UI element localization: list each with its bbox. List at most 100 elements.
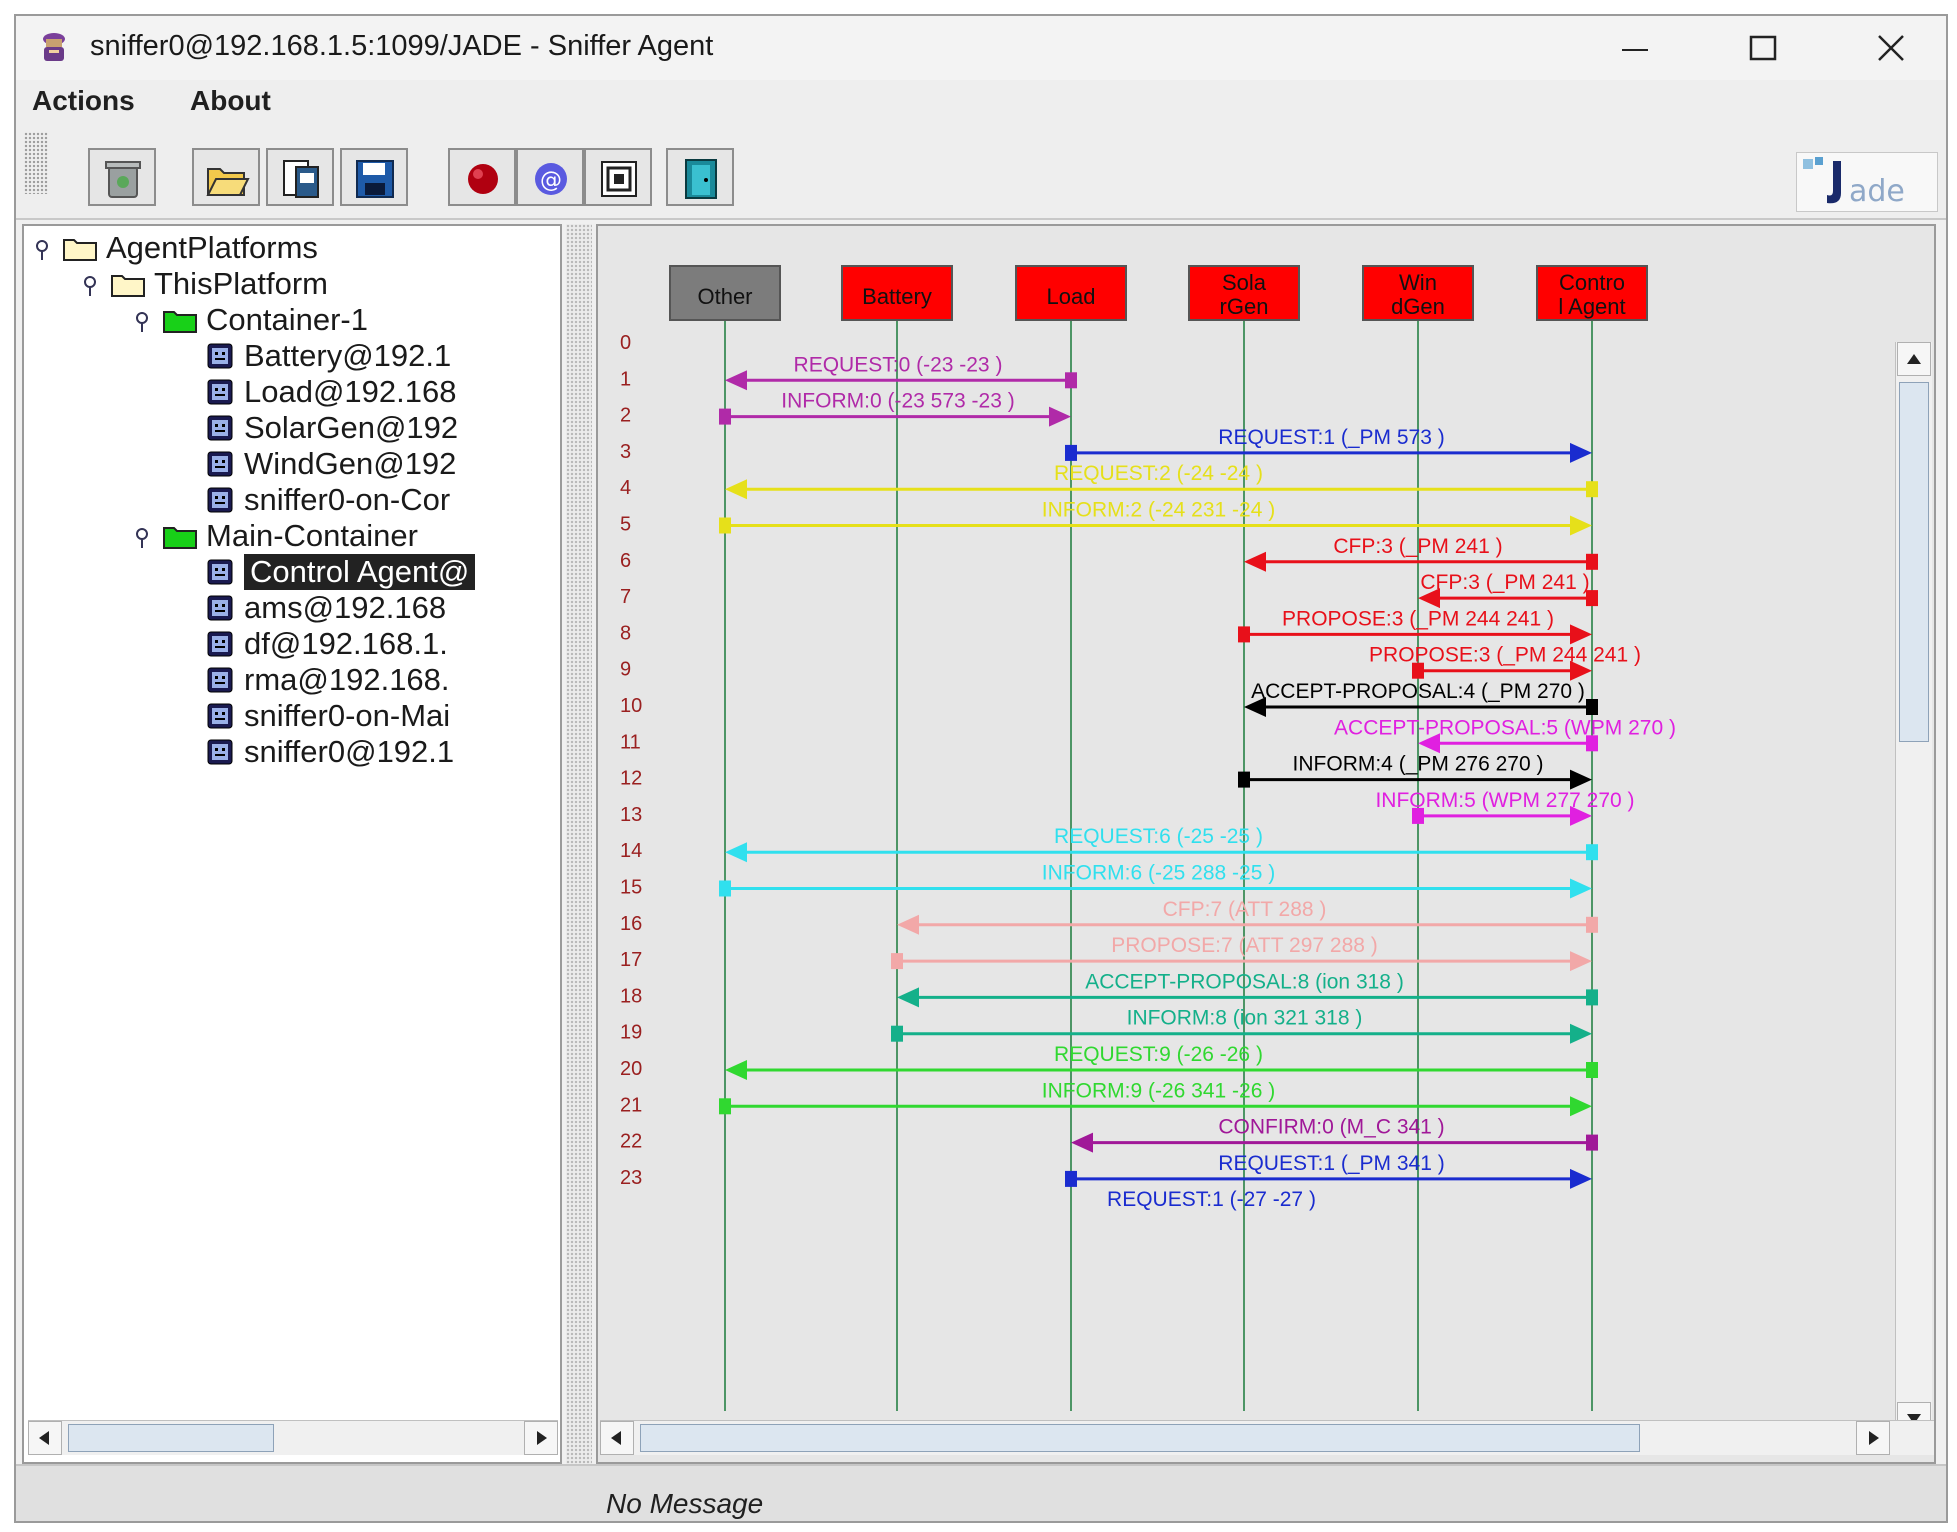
tree-node-label[interactable]: AgentPlatforms xyxy=(106,230,318,266)
message-arrow[interactable]: ACCEPT-PROPOSAL:5 (WPM 270 ) xyxy=(1334,716,1676,754)
agent-icon xyxy=(207,559,233,585)
at-button[interactable]: @ xyxy=(516,148,584,206)
canvas-vscroll-thumb[interactable] xyxy=(1899,382,1929,742)
maximize-icon xyxy=(1749,35,1777,61)
message-arrow[interactable]: PROPOSE:3 (_PM 244 241 ) xyxy=(1238,607,1592,645)
message-label: CONFIRM:0 (M_C 341 ) xyxy=(1218,1116,1444,1139)
message-label: ACCEPT-PROPOSAL:5 (WPM 270 ) xyxy=(1334,716,1676,739)
tree-node-label[interactable]: df@192.168.1. xyxy=(244,626,448,662)
tree-node-agent[interactable]: Load@192.168 xyxy=(24,374,560,410)
agent-box[interactable]: Control Agent xyxy=(1536,265,1648,321)
record-button[interactable] xyxy=(448,148,516,206)
canvas-horizontal-scrollbar[interactable] xyxy=(600,1420,1934,1455)
open-button[interactable] xyxy=(192,148,260,206)
agent-box[interactable]: Battery xyxy=(841,265,953,321)
tree-node-folder[interactable]: ThisPlatform xyxy=(24,266,560,302)
agent-box[interactable]: SolarGen xyxy=(1188,265,1300,321)
message-arrow[interactable]: CFP:3 (_PM 241 ) xyxy=(1244,535,1598,572)
document-button[interactable] xyxy=(266,148,334,206)
canvas-vertical-scrollbar[interactable] xyxy=(1895,342,1932,1438)
tree-node-agent[interactable]: Battery@192.1 xyxy=(24,338,560,374)
message-arrow[interactable]: INFORM:8 (ion 321 318 ) xyxy=(891,1007,1592,1044)
tree-node-label[interactable]: SolarGen@192 xyxy=(244,410,458,446)
message-arrow[interactable]: REQUEST:1 (_PM 341 ) xyxy=(1065,1152,1592,1189)
tree-node-label[interactable]: WindGen@192 xyxy=(244,446,456,482)
message-arrow[interactable]: PROPOSE:7 (ATT 297 288 ) xyxy=(891,934,1592,972)
message-arrow[interactable]: REQUEST:1 (_PM 573 ) xyxy=(1065,426,1592,463)
message-arrow[interactable]: REQUEST:0 (-23 -23 ) xyxy=(725,353,1077,391)
tree-scroll-thumb[interactable] xyxy=(68,1424,274,1452)
maximize-button[interactable] xyxy=(1708,22,1818,74)
tree-node-agent[interactable]: ams@192.168 xyxy=(24,590,560,626)
message-arrow[interactable]: ACCEPT-PROPOSAL:8 (ion 318 ) xyxy=(897,970,1598,1008)
tree-node-agent[interactable]: sniffer0@192.1 xyxy=(24,734,560,770)
agent-box[interactable]: Other xyxy=(669,265,781,321)
tree-node-agent[interactable]: SolarGen@192 xyxy=(24,410,560,446)
tree-node-label[interactable]: ThisPlatform xyxy=(154,266,328,302)
tree-node-label[interactable]: sniffer0-on-Mai xyxy=(244,698,450,734)
tree-horizontal-scrollbar[interactable] xyxy=(28,1420,558,1455)
toolbar-grip[interactable] xyxy=(24,132,48,194)
expand-handle-icon[interactable] xyxy=(134,528,152,548)
tree-node-label[interactable]: Main-Container xyxy=(206,518,418,554)
tree-node-agent[interactable]: sniffer0-on-Mai xyxy=(24,698,560,734)
message-arrow[interactable]: INFORM:9 (-26 341 -26 ) xyxy=(719,1079,1592,1117)
arrow-head xyxy=(1049,406,1071,427)
tree-node-container[interactable]: Main-Container xyxy=(24,518,560,554)
arrow-head xyxy=(897,987,919,1008)
message-arrow[interactable]: CFP:3 (_PM 241 ) xyxy=(1418,571,1598,609)
expand-handle-icon[interactable] xyxy=(34,240,52,260)
save-button[interactable] xyxy=(340,148,408,206)
message-arrow[interactable]: REQUEST:6 (-25 -25 ) xyxy=(725,825,1598,863)
clear-canvas-button[interactable] xyxy=(88,148,156,206)
tree-node-agent[interactable]: sniffer0-on-Cor xyxy=(24,482,560,518)
pane-splitter[interactable] xyxy=(566,224,592,1464)
tree-node-container[interactable]: Container-1 xyxy=(24,302,560,338)
expand-handle-icon[interactable] xyxy=(82,276,100,296)
exit-button[interactable] xyxy=(666,148,734,206)
agent-box[interactable]: Load xyxy=(1015,265,1127,321)
tree-node-label[interactable]: sniffer0-on-Cor xyxy=(244,482,450,518)
message-arrow[interactable]: INFORM:5 (WPM 277 270 ) xyxy=(1375,789,1635,826)
close-button[interactable] xyxy=(1836,22,1946,74)
tree-node-folder[interactable]: AgentPlatforms xyxy=(24,230,560,266)
agent-box[interactable]: WindGen xyxy=(1362,265,1474,321)
row-number: 9 xyxy=(620,659,631,681)
tree-node-agent[interactable]: Control Agent@ xyxy=(24,554,560,590)
menu-about[interactable]: About xyxy=(190,84,271,118)
scroll-right-button[interactable] xyxy=(524,1421,558,1455)
message-arrow[interactable]: CFP:7 (ATT 288 ) xyxy=(897,898,1598,935)
tree-node-agent[interactable]: WindGen@192 xyxy=(24,446,560,482)
tree-node-agent[interactable]: df@192.168.1. xyxy=(24,626,560,662)
tree-node-label[interactable]: Battery@192.1 xyxy=(244,338,451,374)
message-origin-marker xyxy=(891,953,903,970)
message-arrow[interactable]: INFORM:0 (-23 573 -23 ) xyxy=(719,390,1071,427)
message-arrow[interactable]: PROPOSE:3 (_PM 244 241 ) xyxy=(1369,644,1641,681)
open-folder-icon xyxy=(206,168,250,196)
message-arrow[interactable]: REQUEST:2 (-24 -24 ) xyxy=(725,462,1598,500)
tree-node-label[interactable]: Control Agent@ xyxy=(244,554,476,590)
minimize-button[interactable] xyxy=(1580,22,1690,74)
canvas-scroll-right-button[interactable] xyxy=(1856,1421,1890,1455)
message-arrow[interactable]: CONFIRM:0 (M_C 341 ) xyxy=(1071,1116,1598,1153)
filter-button[interactable] xyxy=(584,148,652,206)
canvas-hscroll-thumb[interactable] xyxy=(640,1424,1640,1452)
tree-node-label[interactable]: ams@192.168 xyxy=(244,590,446,626)
tree-node-label[interactable]: Load@192.168 xyxy=(244,374,457,410)
status-bar: No Message xyxy=(16,1464,1946,1521)
tree-node-agent[interactable]: rma@192.168. xyxy=(24,662,560,698)
scroll-left-button[interactable] xyxy=(28,1421,62,1455)
message-arrow[interactable]: ACCEPT-PROPOSAL:4 (_PM 270 ) xyxy=(1244,680,1598,717)
message-arrow[interactable]: INFORM:4 (_PM 276 270 ) xyxy=(1238,753,1592,790)
tree-node-label[interactable]: sniffer0@192.1 xyxy=(244,734,454,770)
canvas-scroll-left-button[interactable] xyxy=(600,1421,634,1455)
message-arrow[interactable]: INFORM:2 (-24 231 -24 ) xyxy=(719,499,1592,536)
tree-node-label[interactable]: rma@192.168. xyxy=(244,662,450,698)
title-bar[interactable]: sniffer0@192.168.1.5:1099/JADE - Sniffer… xyxy=(16,16,1946,80)
scroll-up-button[interactable] xyxy=(1897,342,1931,376)
expand-handle-icon[interactable] xyxy=(134,312,152,332)
message-arrow[interactable]: REQUEST:9 (-26 -26 ) xyxy=(725,1043,1598,1080)
menu-actions[interactable]: Actions xyxy=(32,84,135,118)
tree-node-label[interactable]: Container-1 xyxy=(206,302,368,338)
message-arrow[interactable]: INFORM:6 (-25 288 -25 ) xyxy=(719,862,1592,899)
